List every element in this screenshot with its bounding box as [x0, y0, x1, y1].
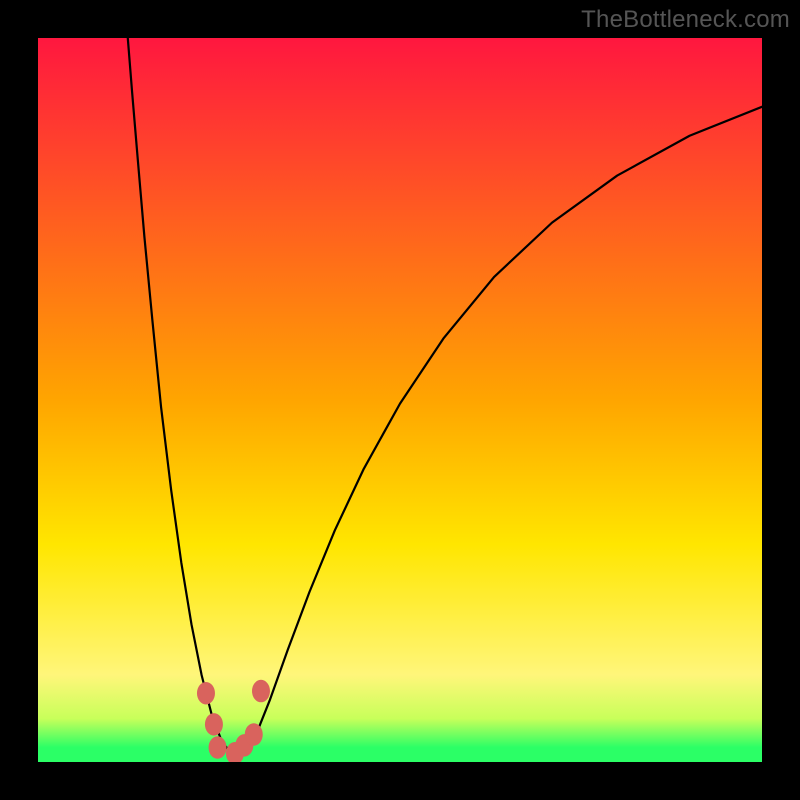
- curve-marker: [245, 723, 263, 746]
- chart-frame: TheBottleneck.com: [0, 0, 800, 800]
- heatmap-background: [38, 38, 762, 762]
- bottleneck-curve-chart: [38, 38, 762, 762]
- curve-marker: [209, 736, 227, 759]
- curve-marker: [205, 713, 223, 736]
- curve-marker: [252, 680, 270, 703]
- curve-marker: [197, 682, 215, 705]
- watermark-text: TheBottleneck.com: [581, 6, 790, 34]
- plot-area: [38, 38, 762, 762]
